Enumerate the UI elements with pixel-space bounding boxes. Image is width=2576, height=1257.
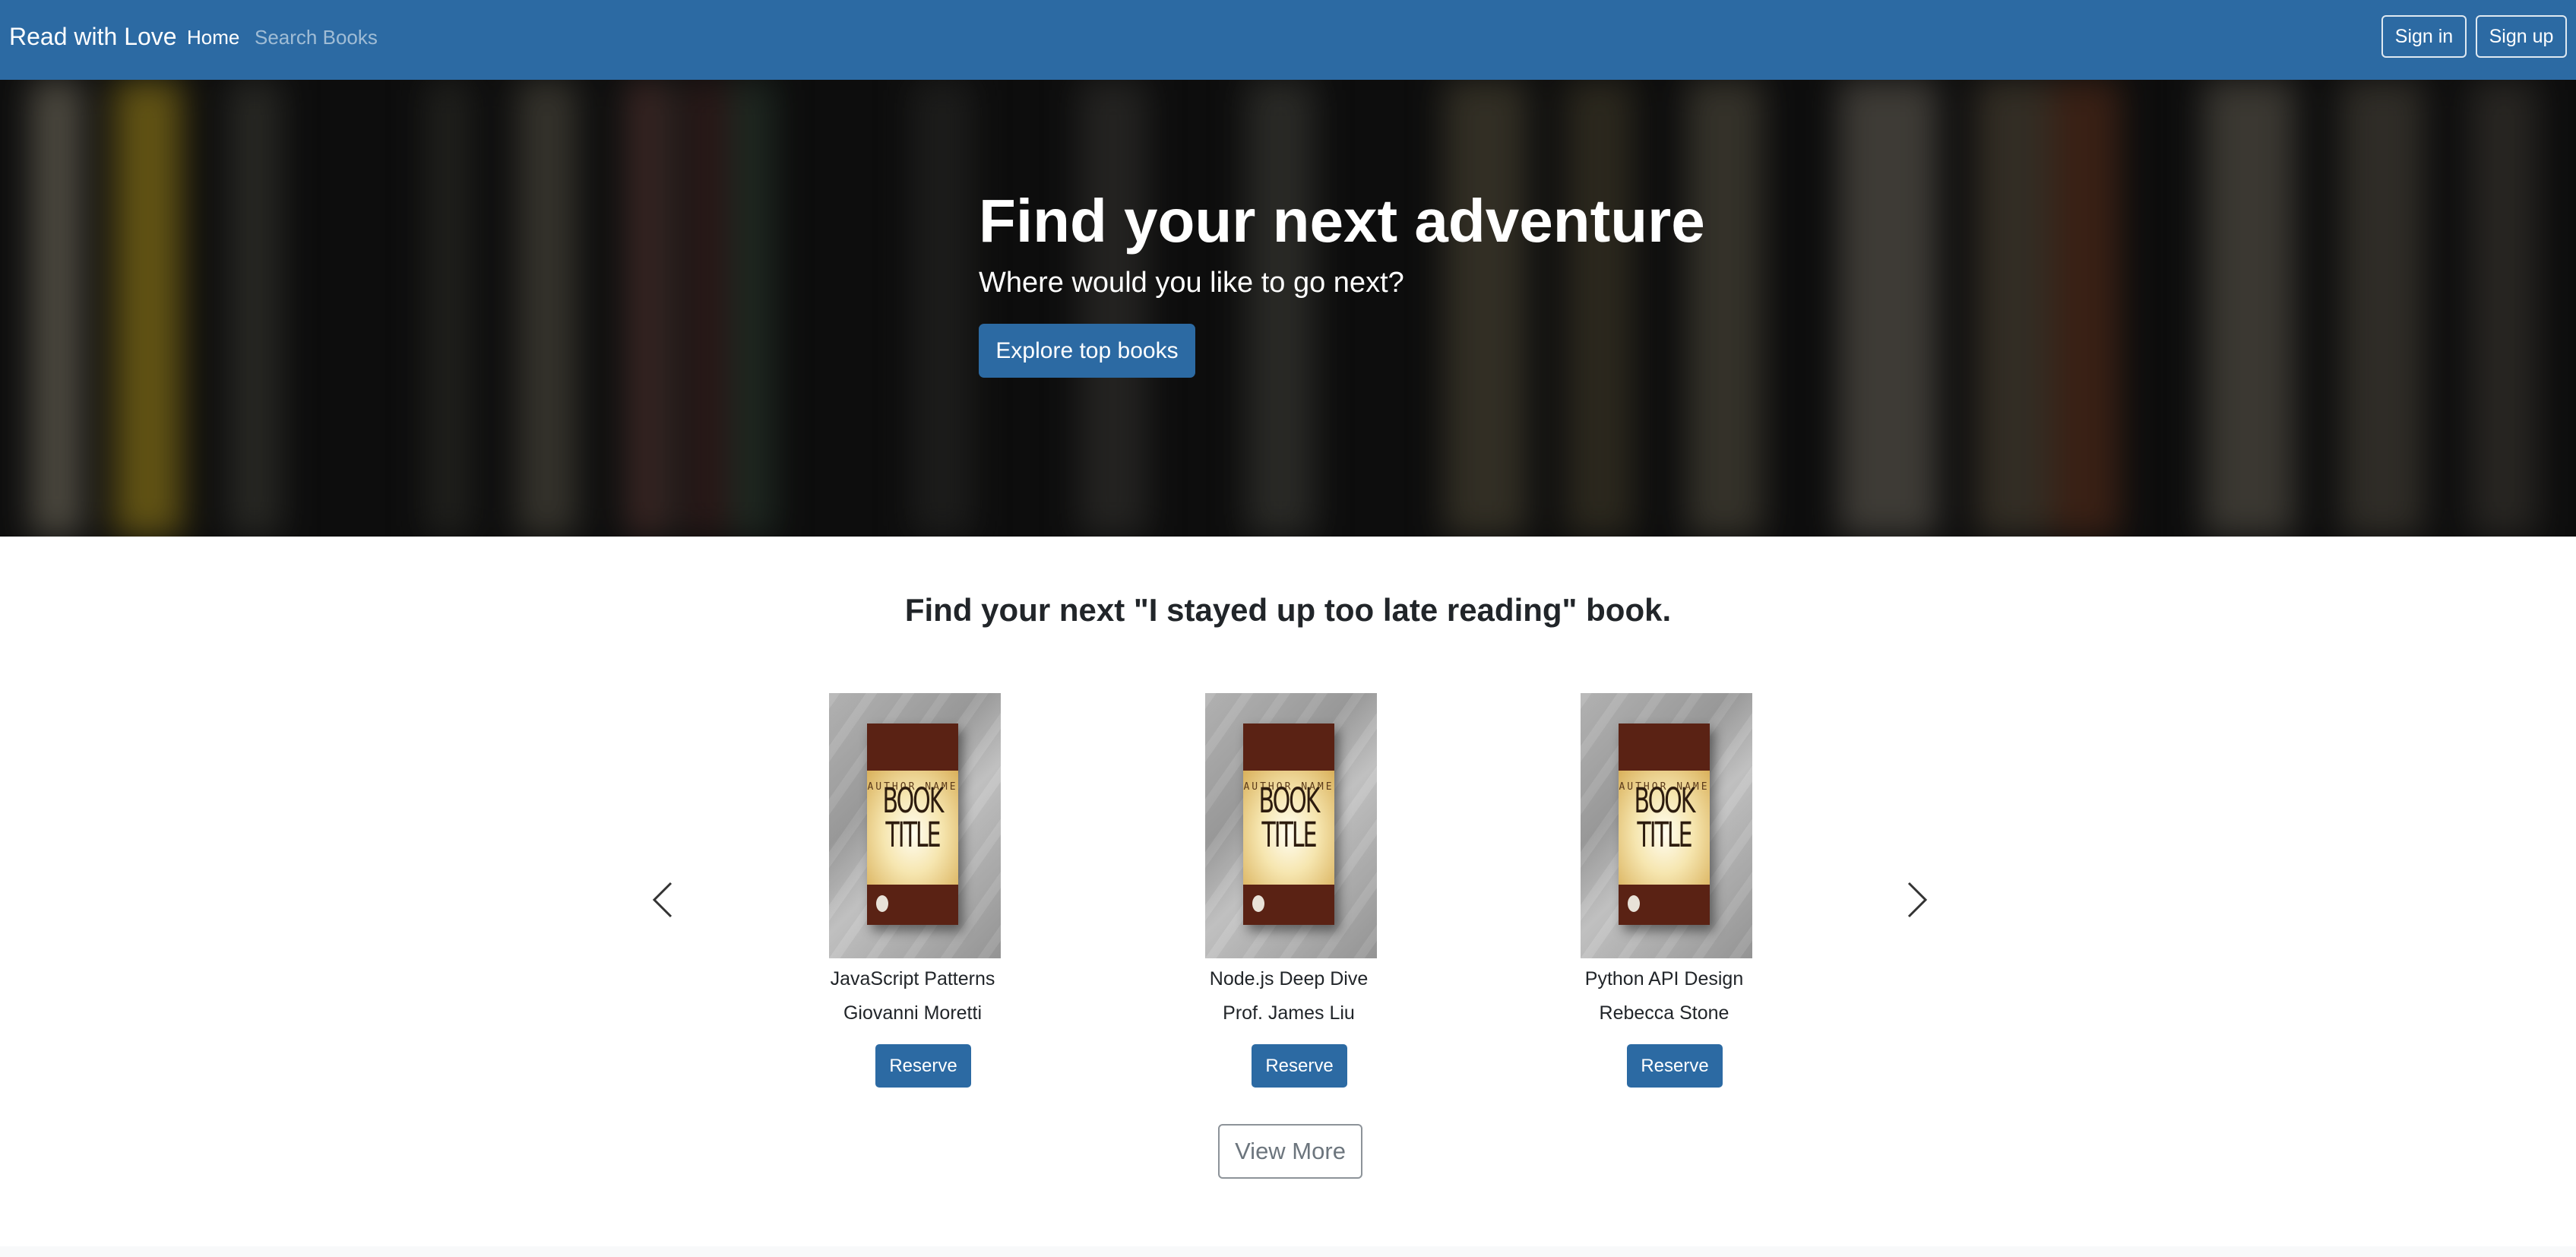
book-cover-art: AUTHOR NAME BOOK TITLE — [1619, 723, 1710, 925]
book-cover-art: AUTHOR NAME BOOK TITLE — [1243, 723, 1334, 925]
cover-seal-icon — [876, 895, 888, 912]
book-title: Node.js Deep Dive — [1209, 968, 1369, 989]
book-cover-page: AUTHOR NAME BOOK TITLE — [1619, 771, 1710, 885]
chevron-right-icon[interactable] — [1906, 880, 1929, 920]
book-title: Python API Design — [1584, 968, 1744, 989]
hero-overlay — [0, 80, 2576, 537]
chevron-left-icon[interactable] — [651, 880, 674, 920]
book-author: Rebecca Stone — [1599, 1002, 1729, 1024]
footer-divider — [0, 1246, 2576, 1257]
cover-title-text: BOOK TITLE — [882, 781, 945, 856]
book-cover-image[interactable]: AUTHOR NAME BOOK TITLE — [1205, 693, 1377, 958]
section-heading: Find your next "I stayed up too late rea… — [904, 592, 1672, 628]
reserve-button[interactable]: Reserve — [875, 1044, 971, 1088]
sign-up-button[interactable]: Sign up — [2476, 15, 2567, 58]
cover-title-text: BOOK TITLE — [1258, 781, 1321, 856]
book-author: Giovanni Moretti — [843, 1002, 983, 1024]
nav-link-search-books[interactable]: Search Books — [255, 24, 378, 50]
cover-title-text: BOOK TITLE — [1634, 781, 1696, 856]
brand-link[interactable]: Read with Love — [9, 21, 177, 52]
book-author: Prof. James Liu — [1223, 1002, 1355, 1024]
reserve-button[interactable]: Reserve — [1252, 1044, 1347, 1088]
explore-top-books-button[interactable]: Explore top books — [979, 324, 1195, 378]
book-cover-art: AUTHOR NAME BOOK TITLE — [867, 723, 958, 925]
cover-seal-icon — [1628, 895, 1640, 912]
view-more-button[interactable]: View More — [1218, 1124, 1362, 1179]
cover-seal-icon — [1252, 895, 1264, 912]
nav-link-home[interactable]: Home — [187, 24, 239, 50]
book-cover-image[interactable]: AUTHOR NAME BOOK TITLE — [1581, 693, 1752, 958]
book-cover-page: AUTHOR NAME BOOK TITLE — [867, 771, 958, 885]
sign-in-button[interactable]: Sign in — [2381, 15, 2467, 58]
book-title: JavaScript Patterns — [830, 968, 995, 989]
book-cover-page: AUTHOR NAME BOOK TITLE — [1243, 771, 1334, 885]
navbar: Read with Love Home Search Books Sign in… — [0, 0, 2576, 80]
hero-title: Find your next adventure — [979, 187, 1705, 255]
hero-banner: Find your next adventure Where would you… — [0, 80, 2576, 537]
book-cover-image[interactable]: AUTHOR NAME BOOK TITLE — [829, 693, 1001, 958]
reserve-button[interactable]: Reserve — [1627, 1044, 1723, 1088]
hero-subtitle: Where would you like to go next? — [979, 267, 1404, 299]
